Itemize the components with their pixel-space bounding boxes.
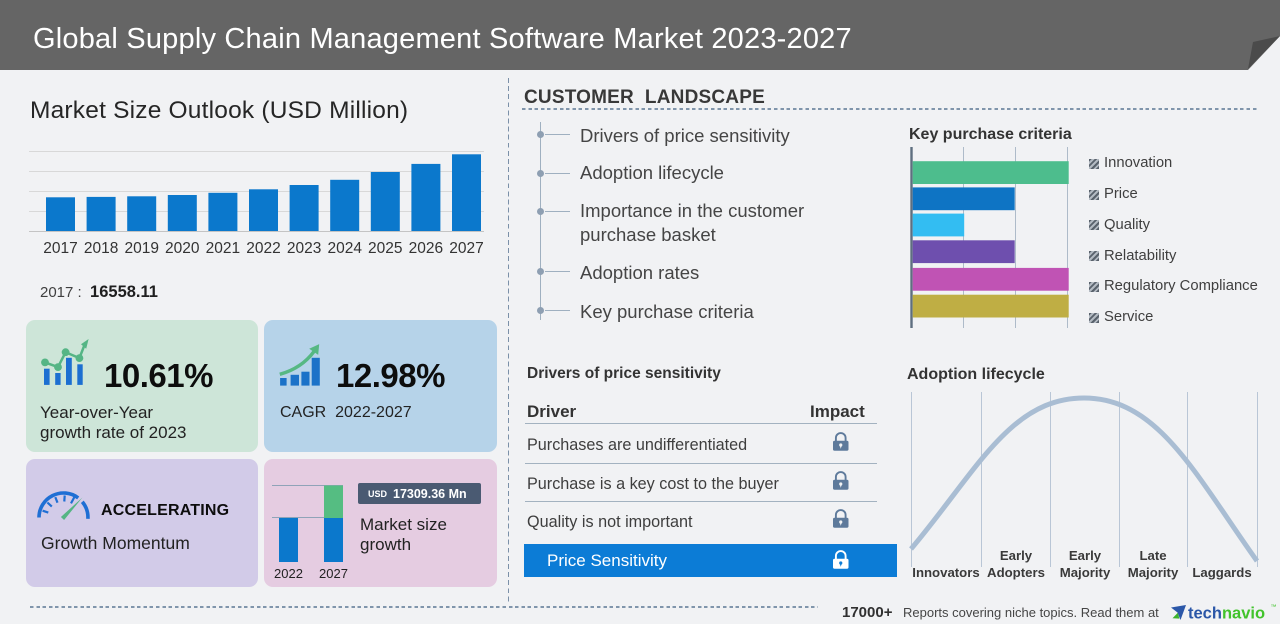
- svg-text:technavio: technavio: [1188, 605, 1265, 623]
- svg-text:2023: 2023: [287, 240, 321, 257]
- svg-text:2025: 2025: [368, 240, 402, 257]
- svg-text:2018: 2018: [84, 240, 118, 257]
- svg-text:2022: 2022: [246, 240, 280, 257]
- svg-text:2026: 2026: [409, 240, 443, 257]
- svg-text:2020: 2020: [165, 240, 200, 257]
- svg-text:2027: 2027: [449, 240, 483, 257]
- svg-text:2021: 2021: [206, 240, 240, 257]
- svg-text:2019: 2019: [124, 240, 158, 257]
- svg-text:2024: 2024: [327, 240, 362, 257]
- svg-text:2017: 2017: [43, 240, 77, 257]
- svg-text:™: ™: [1271, 604, 1277, 611]
